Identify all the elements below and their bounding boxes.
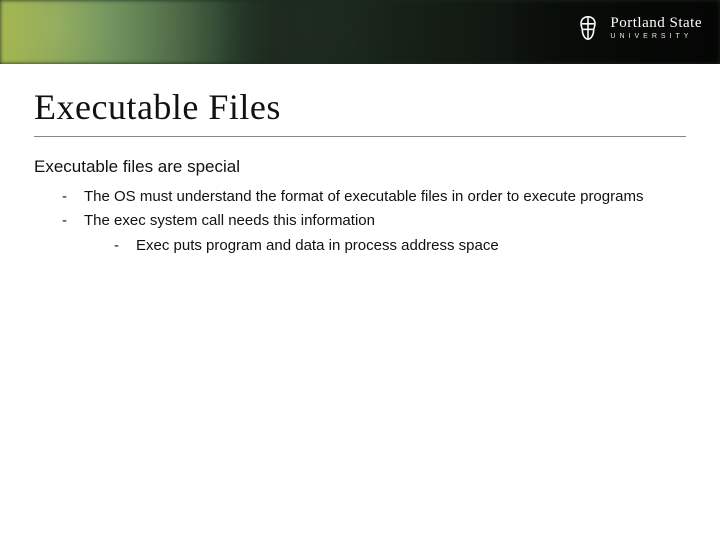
slide: Portland State UNIVERSITY Executable Fil…: [0, 0, 720, 540]
slide-content: Executable Files Executable files are sp…: [0, 64, 720, 256]
header-banner: Portland State UNIVERSITY: [0, 0, 720, 64]
sub-bullet-list: Exec puts program and data in process ad…: [84, 236, 686, 256]
slide-title: Executable Files: [34, 86, 686, 137]
logo-mark-icon: [574, 14, 602, 42]
bullet-text: Exec puts program and data in process ad…: [136, 237, 499, 254]
university-logo: Portland State UNIVERSITY: [574, 14, 702, 42]
list-item: The exec system call needs this informat…: [62, 211, 686, 256]
bullet-text: The OS must understand the format of exe…: [84, 188, 643, 205]
list-item: The OS must understand the format of exe…: [62, 187, 686, 207]
bullet-text: The exec system call needs this informat…: [84, 212, 375, 229]
logo-line2: UNIVERSITY: [610, 33, 702, 40]
logo-line1: Portland State: [610, 16, 702, 31]
logo-text: Portland State UNIVERSITY: [610, 16, 702, 40]
list-item: Exec puts program and data in process ad…: [114, 236, 686, 256]
slide-subhead: Executable files are special: [34, 157, 686, 177]
bullet-list: The OS must understand the format of exe…: [34, 187, 686, 256]
